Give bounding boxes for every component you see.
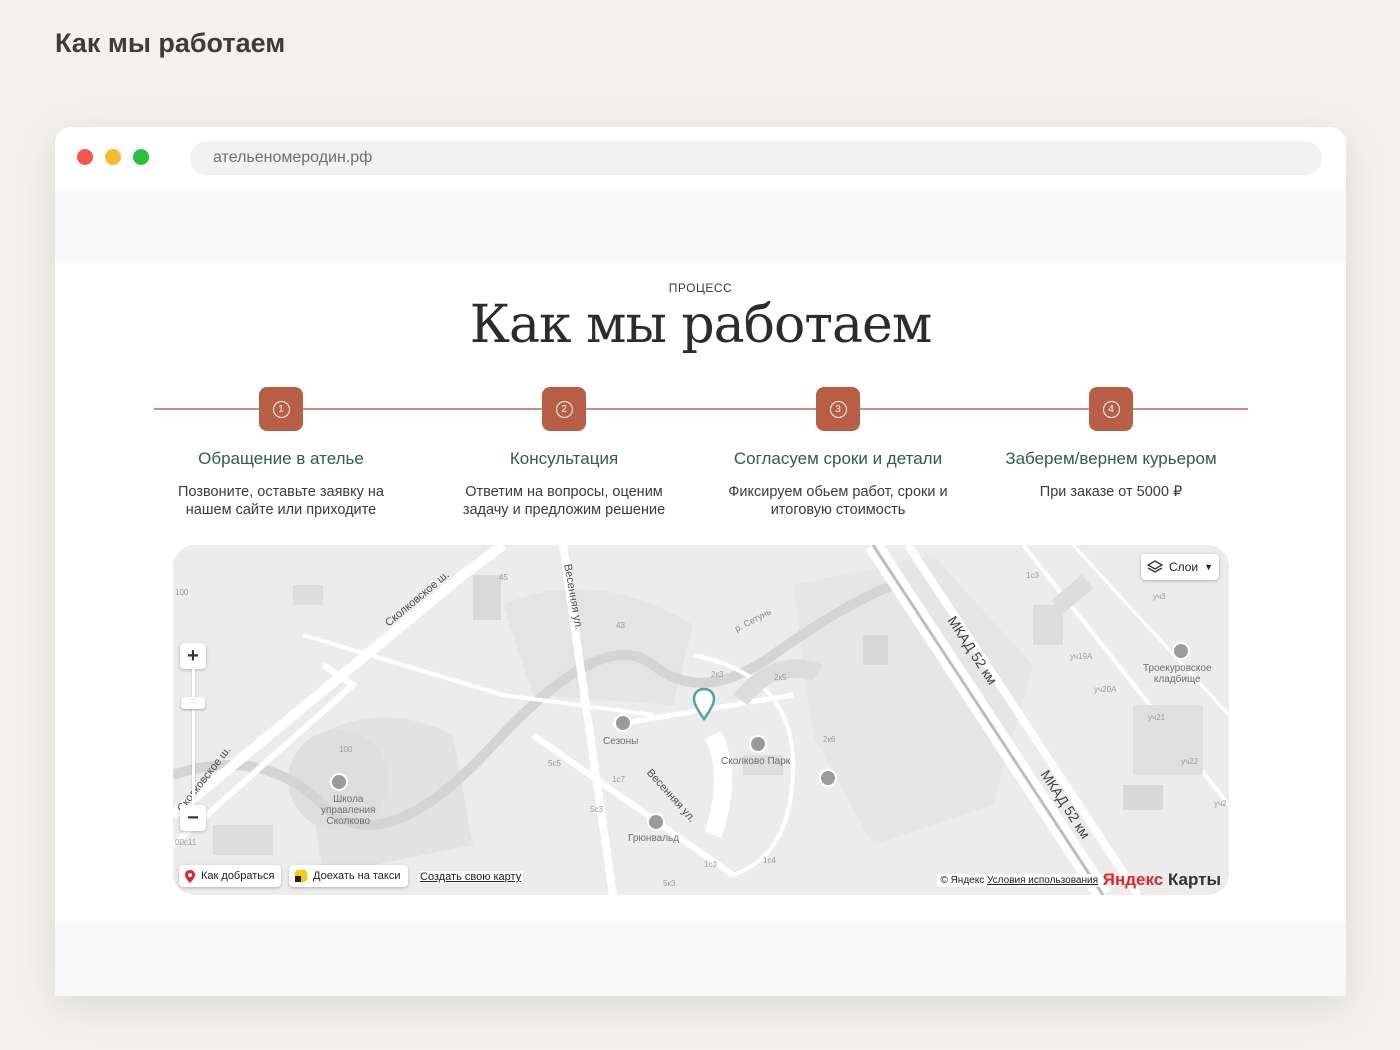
step-3-number: 3 bbox=[829, 400, 847, 418]
map-copyright: © Яндекс Условия использования bbox=[937, 874, 1101, 887]
house-number: 45 bbox=[499, 573, 508, 582]
house-number: 1с3 bbox=[704, 860, 717, 869]
poi-hospital-icon[interactable] bbox=[819, 769, 837, 787]
step-3-desc-line-2: итоговую стоимость bbox=[770, 502, 906, 518]
cemetery-label-line-2: кладбище bbox=[1153, 674, 1201, 685]
step-3-title: Согласуем сроки и детали bbox=[733, 449, 943, 468]
step-4-number: 4 bbox=[1102, 400, 1120, 418]
poi-sezony-icon[interactable] bbox=[614, 714, 632, 732]
location-pin-icon[interactable] bbox=[692, 687, 716, 723]
taxi-button[interactable]: Доехать на такси bbox=[289, 865, 408, 887]
step-1-title: Обращение в ателье bbox=[198, 449, 364, 468]
step-4-badge: 4 bbox=[1089, 387, 1133, 431]
poi-school-icon[interactable] bbox=[330, 773, 348, 791]
step-3-badge: 3 bbox=[816, 387, 860, 431]
house-number: 100 bbox=[175, 588, 189, 597]
browser-window: ательеномеродин.рф ПРОЦЕСС Как мы работа… bbox=[55, 127, 1346, 996]
plot-number: уч22 bbox=[1181, 757, 1199, 766]
cemetery-label-line-1: Троекуровское bbox=[1143, 663, 1212, 674]
poi-label-grunwald: Грюнвальд bbox=[628, 833, 680, 844]
layers-button[interactable]: Слои ▼ bbox=[1141, 554, 1219, 580]
house-number: 5к3 bbox=[663, 879, 676, 888]
terms-link[interactable]: Условия использования bbox=[987, 875, 1098, 886]
step-4-description: При заказе от 5000 ₽ bbox=[986, 483, 1236, 501]
step-3-description: Фиксируем обьем работ, сроки и итоговую с… bbox=[713, 483, 963, 519]
maximize-window-dot[interactable] bbox=[133, 149, 149, 165]
step-2-desc-line-1: Ответим на вопросы, оценим bbox=[465, 484, 663, 500]
taxi-button-label: Доехать на такси bbox=[313, 870, 401, 882]
address-bar[interactable]: ательеномеродин.рф bbox=[190, 141, 1322, 175]
plot-number: уч21 bbox=[1148, 713, 1166, 722]
house-number: 2к3 bbox=[711, 670, 724, 679]
yandex-maps-logo[interactable]: Яндекс Карты bbox=[1103, 870, 1221, 890]
minimize-window-dot[interactable] bbox=[105, 149, 121, 165]
school-label-line-3: Сколково bbox=[326, 816, 371, 827]
plot-number: уч20А bbox=[1094, 685, 1117, 694]
house-number: 1с4 bbox=[763, 856, 776, 865]
poi-label-sezony: Сезоны bbox=[603, 736, 639, 747]
poi-label-school: Школа управления Сколково bbox=[321, 794, 376, 827]
poi-label-skolkovo-park: Сколково Парк bbox=[721, 756, 791, 767]
step-4-desc-line-1: При заказе от 5000 ₽ bbox=[1039, 484, 1183, 500]
plot-number: уч3 bbox=[1153, 592, 1166, 601]
maps-logo-word: Карты bbox=[1163, 870, 1221, 889]
poi-grunwald-icon[interactable] bbox=[647, 813, 665, 831]
plot-number: уч19А bbox=[1070, 652, 1093, 661]
browser-titlebar: ательеномеродин.рф bbox=[55, 127, 1346, 189]
step-3-desc-line-1: Фиксируем обьем работ, сроки и bbox=[728, 484, 948, 500]
taxi-icon bbox=[295, 870, 307, 882]
step-1-desc-line-2: нашем сайте или приходите bbox=[185, 502, 377, 518]
create-map-link[interactable]: Создать свою карту bbox=[418, 871, 524, 883]
header-band bbox=[55, 189, 1346, 262]
step-2-title: Консультация bbox=[509, 449, 619, 468]
school-label-line-1: Школа bbox=[333, 794, 364, 805]
house-number: 5с3 bbox=[590, 805, 603, 814]
house-number: 1с7 bbox=[612, 775, 625, 784]
step-1-badge: 1 bbox=[259, 387, 303, 431]
step-1-desc-line-1: Позвоните, оставьте заявку на bbox=[178, 484, 384, 500]
zoom-slider-track[interactable] bbox=[192, 668, 195, 808]
house-number: 5с5 bbox=[548, 759, 561, 768]
school-label-line-2: управления bbox=[321, 805, 376, 816]
zoom-out-button[interactable]: − bbox=[180, 805, 206, 831]
house-number: 100 bbox=[339, 745, 353, 754]
house-number: 1с3 bbox=[1026, 571, 1039, 580]
zoom-slider-handle[interactable]: :::: bbox=[181, 697, 205, 709]
poi-label-cemetery: Троекуровское кладбище bbox=[1143, 663, 1212, 685]
plot-number: уч2 bbox=[1214, 799, 1227, 808]
section-eyebrow: ПРОЦЕСС bbox=[668, 281, 733, 295]
yandex-map[interactable]: Сколковское ш. Сколковское ш. Весенняя у… bbox=[173, 545, 1229, 895]
route-button[interactable]: Как добраться bbox=[179, 865, 282, 887]
chevron-down-icon: ▼ bbox=[1204, 562, 1214, 572]
step-2-description: Ответим на вопросы, оценим задачу и предл… bbox=[439, 483, 689, 519]
step-2-badge: 2 bbox=[542, 387, 586, 431]
house-number: 2к6 bbox=[823, 735, 836, 744]
close-window-dot[interactable] bbox=[77, 149, 93, 165]
step-4-title: Заберем/вернем курьером bbox=[1005, 449, 1217, 468]
step-1-number: 1 bbox=[272, 400, 290, 418]
poi-skolkovo-park-icon[interactable] bbox=[749, 735, 767, 753]
step-1-description: Позвоните, оставьте заявку на нашем сайте… bbox=[156, 483, 406, 519]
house-number: 2к5 bbox=[774, 673, 787, 682]
route-button-label: Как добраться bbox=[201, 870, 275, 882]
page-heading: Как мы работаем bbox=[55, 28, 286, 58]
poi-cemetery-icon[interactable] bbox=[1172, 642, 1190, 660]
section-title: Как мы работаем bbox=[469, 295, 933, 355]
house-number: 00с11 bbox=[175, 838, 197, 847]
copyright-text: © Яндекс bbox=[940, 875, 985, 886]
yandex-logo-word: Яндекс bbox=[1102, 870, 1164, 889]
layers-icon bbox=[1146, 560, 1163, 573]
route-pin-icon bbox=[185, 869, 195, 883]
timeline-line bbox=[154, 408, 1248, 410]
step-2-number: 2 bbox=[555, 400, 573, 418]
layers-label: Слои bbox=[1168, 560, 1199, 574]
house-number: 43 bbox=[616, 621, 625, 630]
footer-band bbox=[55, 922, 1346, 996]
step-2-desc-line-2: задачу и предложим решение bbox=[462, 502, 666, 518]
zoom-in-button[interactable]: + bbox=[180, 643, 206, 669]
